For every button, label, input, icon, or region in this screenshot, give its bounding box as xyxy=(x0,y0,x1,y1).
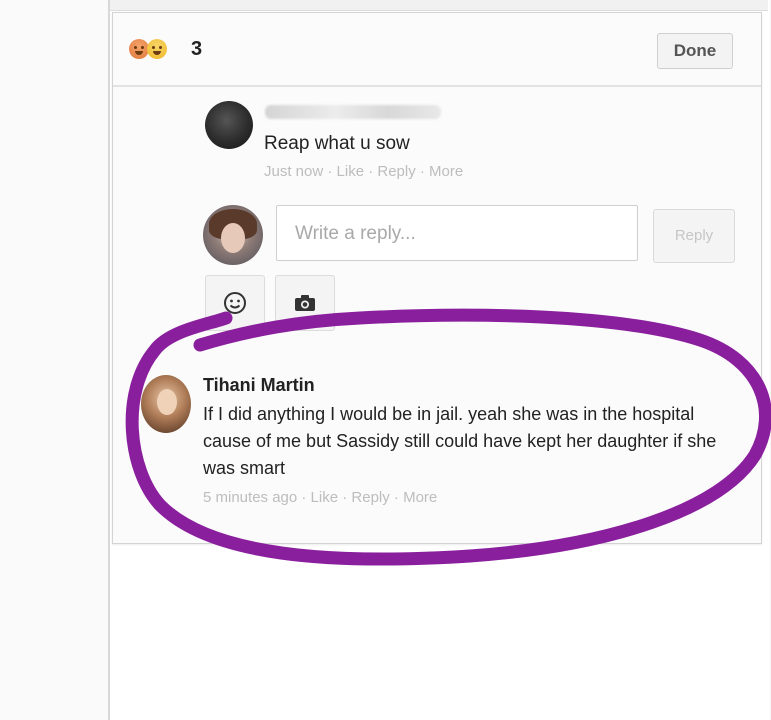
emoji-button[interactable] xyxy=(205,275,265,331)
avatar[interactable] xyxy=(141,375,191,433)
reply-button[interactable]: Reply xyxy=(653,209,735,263)
reply-input[interactable]: Write a reply... xyxy=(276,205,638,261)
top-divider xyxy=(110,0,768,11)
comment-meta[interactable]: Just now · Like · Reply · More xyxy=(264,163,463,180)
emoji-icon xyxy=(224,292,246,314)
reaction-icons[interactable] xyxy=(129,39,179,61)
avatar[interactable] xyxy=(205,101,253,149)
angry-icon xyxy=(129,39,149,59)
commenter-name[interactable]: Tihani Martin xyxy=(203,375,315,396)
comment-text: If I did anything I would be in jail. ye… xyxy=(203,404,717,478)
avatar[interactable] xyxy=(203,205,263,265)
comment-thread-card: 3 Done Reap what u sow Just now · Like ·… xyxy=(112,12,762,544)
done-button[interactable]: Done xyxy=(657,33,733,69)
camera-button[interactable] xyxy=(275,275,335,331)
camera-icon xyxy=(295,295,315,311)
reaction-count[interactable]: 3 xyxy=(191,38,202,61)
left-margin xyxy=(0,0,108,720)
comment-text: Reap what u sow xyxy=(264,133,410,154)
haha-icon xyxy=(147,39,167,59)
redacted-commenter-name xyxy=(265,105,441,119)
reactions-header: 3 Done xyxy=(113,13,761,87)
empty-area xyxy=(112,546,760,720)
comment-meta[interactable]: 5 minutes ago · Like · Reply · More xyxy=(203,489,437,506)
